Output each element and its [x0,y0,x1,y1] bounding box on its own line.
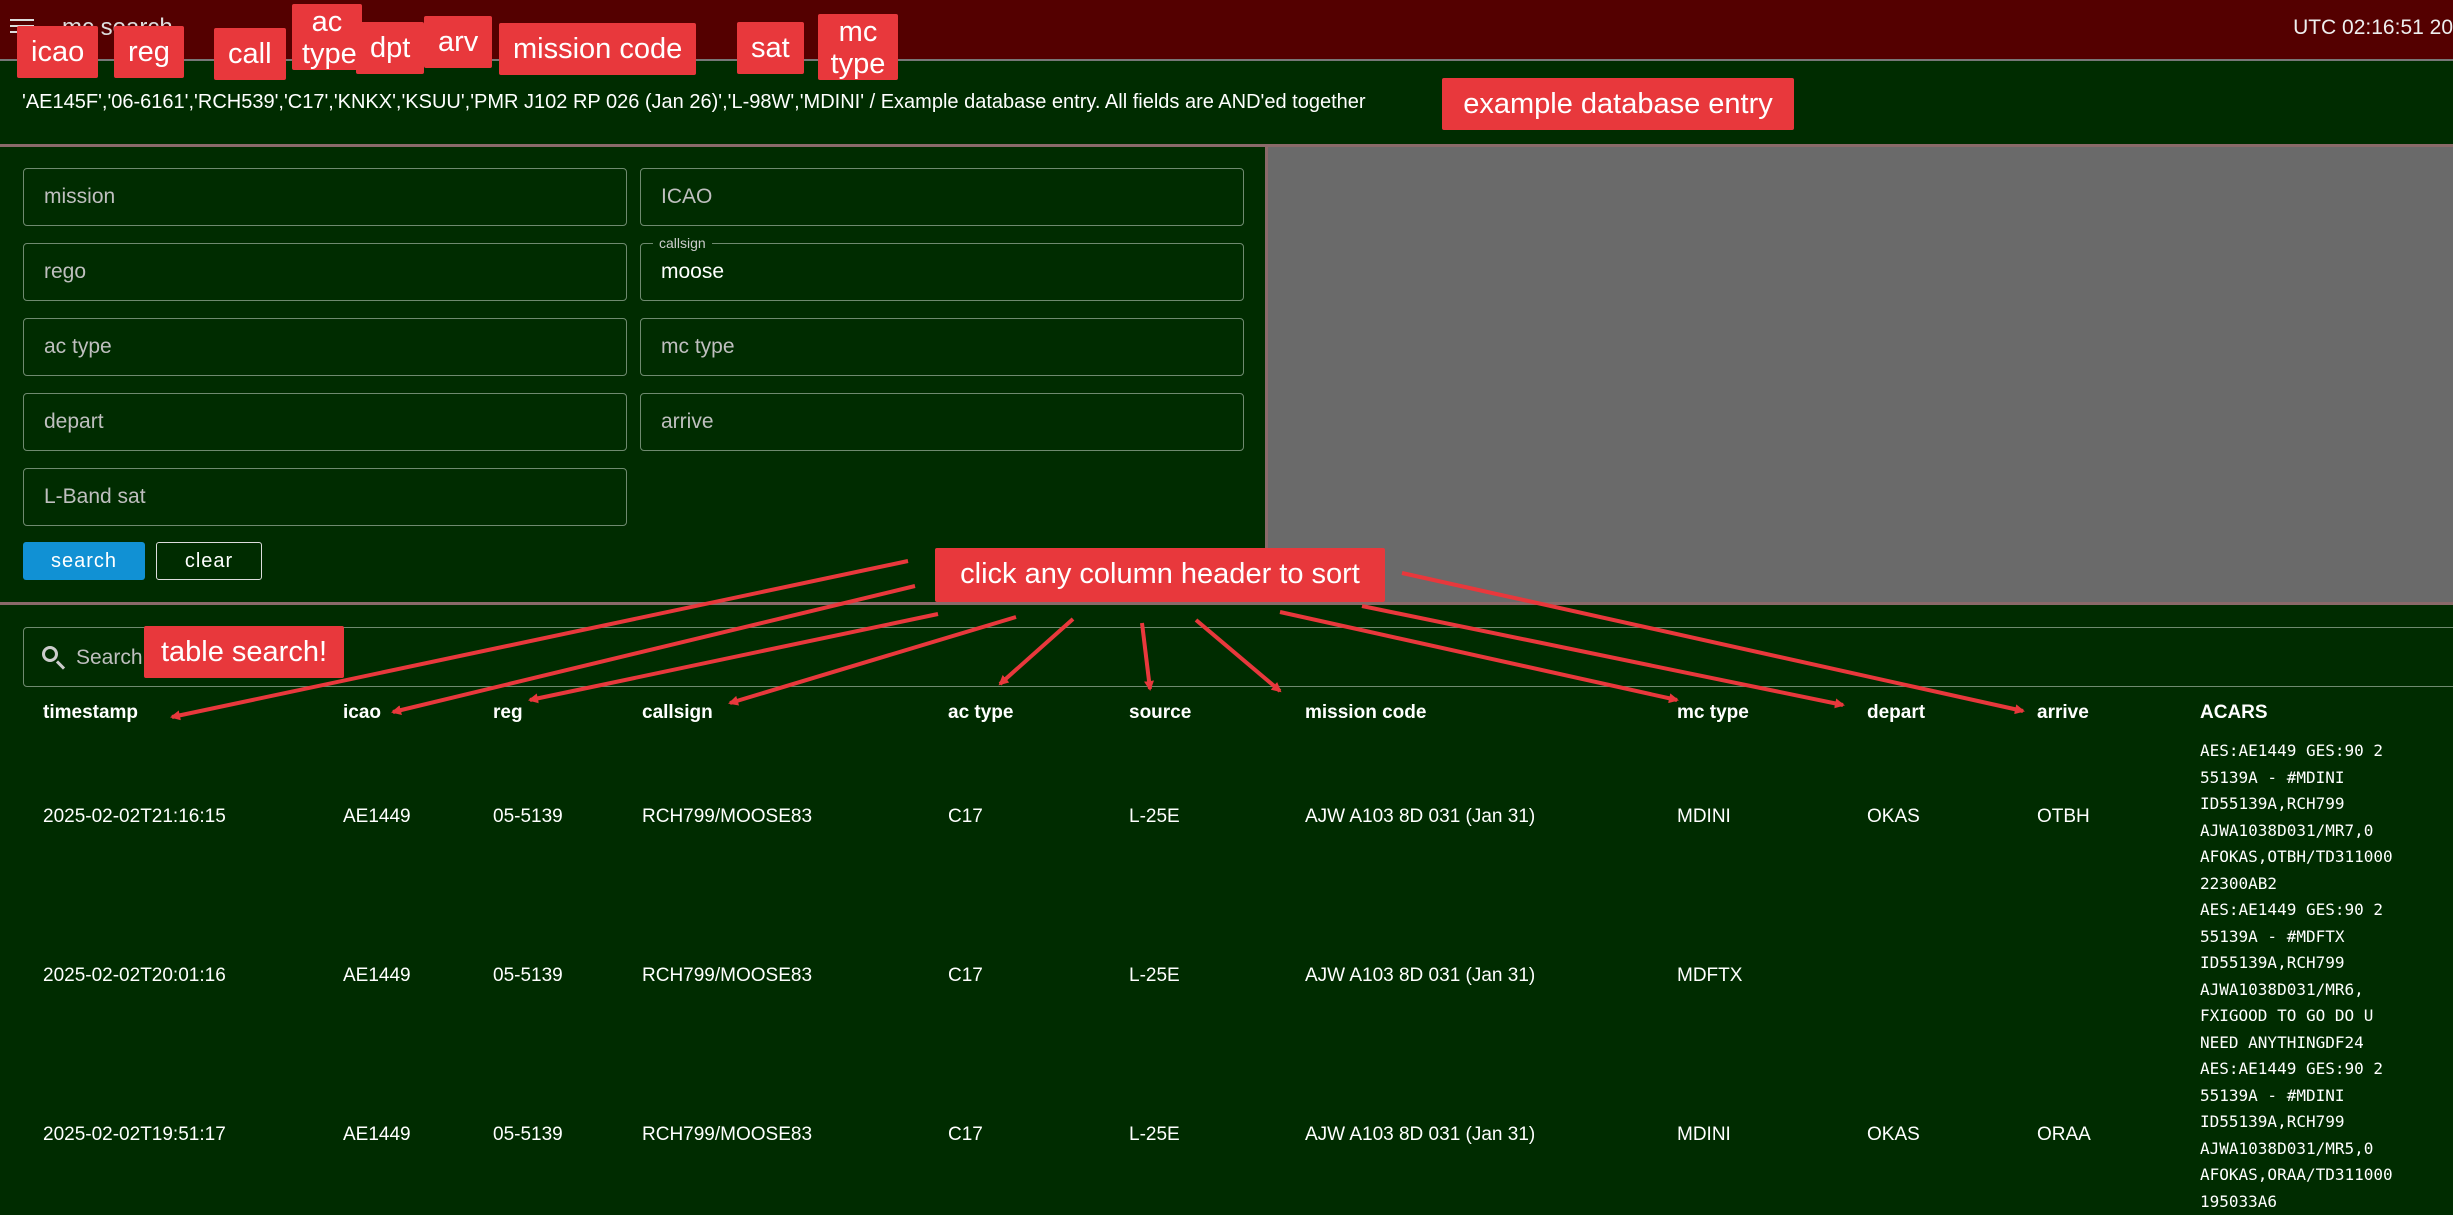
cell-callsign: RCH799/MOOSE83 [642,1124,813,1145]
annotation-arv: arv [424,16,493,68]
arrive-input[interactable] [641,394,1243,450]
annotation-reg: reg [114,26,184,78]
rego-field[interactable] [23,243,627,301]
cell-icao: AE1449 [343,1124,411,1145]
callsign-input[interactable] [641,244,1243,300]
section-divider [0,602,2453,605]
table-search[interactable] [23,627,2453,688]
table-search-input[interactable] [74,628,2378,688]
column-header-source[interactable]: source [1129,702,1191,724]
example-entry-text: 'AE145F','06-6161','RCH539','C17','KNKX'… [22,91,1366,113]
cell-mc-type: MDINI [1677,806,1731,827]
column-header-acars[interactable]: ACARS [2200,702,2268,724]
mission-input[interactable] [24,169,626,225]
cell-mc-type: MDFTX [1677,965,1743,986]
cell-mission-code: AJW A103 8D 031 (Jan 31) [1305,1124,1536,1145]
cell-ac-type: C17 [948,806,983,827]
depart-input[interactable] [24,394,626,450]
mctype-field[interactable] [640,318,1244,376]
empty-pane [1268,147,2453,602]
cell-source: L-25E [1129,965,1180,986]
column-header-arrive[interactable]: arrive [2037,702,2089,724]
annotation-call: call [214,28,286,80]
annotation-mc-type: mc type [818,14,898,80]
cell-source: L-25E [1129,806,1180,827]
mctype-input[interactable] [641,319,1243,375]
clear-button[interactable]: clear [156,542,262,580]
cell-acars: AES:AE1449 GES:90 2 55139A - #MDFTX ID55… [2200,900,2384,1052]
column-header-ac-type[interactable]: ac type [948,702,1013,724]
annotation-icao: icao [17,26,99,78]
rego-input[interactable] [24,244,626,300]
depart-field[interactable] [23,393,627,451]
cell-reg: 05-5139 [493,1124,563,1145]
callsign-field[interactable]: callsign [640,235,1244,301]
cell-mission-code: AJW A103 8D 031 (Jan 31) [1305,806,1536,827]
lband-sat-field[interactable] [23,468,627,526]
cell-ac-type: C17 [948,965,983,986]
column-header-icao[interactable]: icao [343,702,381,724]
annotation-ac-type: ac type [292,4,362,70]
lband-sat-input[interactable] [24,469,626,525]
cell-acars: AES:AE1449 GES:90 2 55139A - #MDINI ID55… [2200,741,2393,893]
icao-field[interactable] [640,168,1244,226]
mission-field[interactable] [23,168,627,226]
cell-callsign: RCH799/MOOSE83 [642,965,813,986]
cell-icao: AE1449 [343,965,411,986]
annotation-table-search: table search! [144,626,344,678]
annotation-example-entry: example database entry [1442,78,1794,130]
actype-field[interactable] [23,318,627,376]
search-button[interactable]: search [23,542,145,580]
callsign-label: callsign [653,235,712,251]
cell-mc-type: MDINI [1677,1124,1731,1145]
cell-timestamp: 2025-02-02T20:01:16 [43,965,226,986]
annotation-mission-code: mission code [499,23,697,75]
cell-depart: OKAS [1867,1124,1920,1145]
cell-source: L-25E [1129,1124,1180,1145]
cell-arrive: OTBH [2037,806,2090,827]
cell-reg: 05-5139 [493,965,563,986]
column-header-mission-code[interactable]: mission code [1305,702,1426,724]
cell-timestamp: 2025-02-02T21:16:15 [43,806,226,827]
column-header-mc-type[interactable]: mc type [1677,702,1749,724]
cell-ac-type: C17 [948,1124,983,1145]
search-icon [42,646,58,662]
cell-mission-code: AJW A103 8D 031 (Jan 31) [1305,965,1536,986]
column-header-timestamp[interactable]: timestamp [43,702,138,724]
annotation-sat: sat [737,22,804,74]
icao-input[interactable] [641,169,1243,225]
cell-callsign: RCH799/MOOSE83 [642,806,813,827]
column-header-reg[interactable]: reg [493,702,523,724]
cell-arrive: ORAA [2037,1124,2091,1145]
cell-depart: OKAS [1867,806,1920,827]
annotation-dpt: dpt [356,22,425,74]
cell-icao: AE1449 [343,806,411,827]
annotation-sort-hint: click any column header to sort [935,548,1385,602]
cell-reg: 05-5139 [493,806,563,827]
column-header-depart[interactable]: depart [1867,702,1925,724]
search-form: callsign search clear [0,147,1268,602]
cell-acars: AES:AE1449 GES:90 2 55139A - #MDINI ID55… [2200,1059,2393,1211]
column-header-callsign[interactable]: callsign [642,702,713,724]
arrive-field[interactable] [640,393,1244,451]
actype-input[interactable] [24,319,626,375]
cell-timestamp: 2025-02-02T19:51:17 [43,1124,226,1145]
utc-clock: UTC 02:16:51 20 [2293,16,2453,39]
